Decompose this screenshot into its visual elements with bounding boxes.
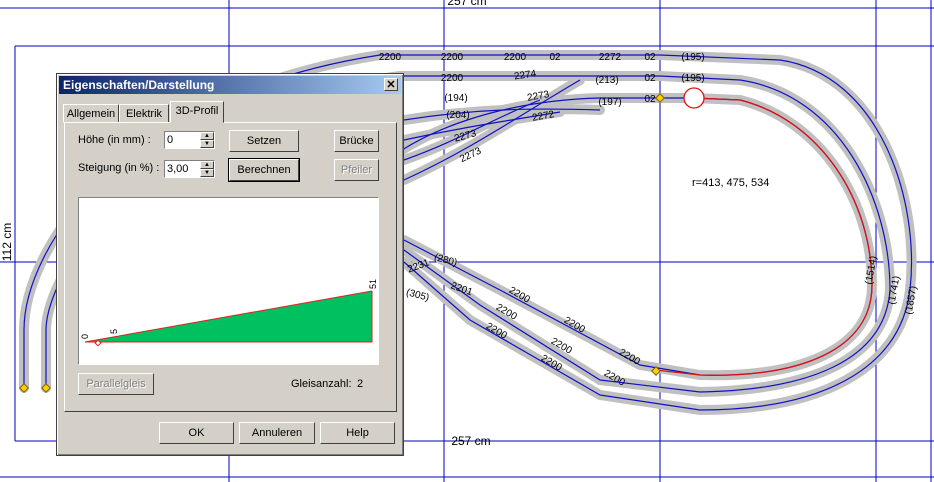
- track-length-label: (197): [598, 97, 621, 108]
- help-button[interactable]: Help: [320, 422, 395, 444]
- height-stepper[interactable]: ▲ ▼: [164, 131, 215, 149]
- slope-stepper[interactable]: ▲ ▼: [164, 160, 215, 178]
- tab-3d-profil[interactable]: 3D-Profil: [170, 101, 224, 123]
- track-count-label: Gleisanzahl:: [291, 378, 352, 390]
- berechnen-button[interactable]: Berechnen: [228, 158, 300, 182]
- setzen-button[interactable]: Setzen: [229, 130, 299, 152]
- track-length-label: 2200: [379, 52, 402, 63]
- turntable-icon: [683, 87, 705, 109]
- spin-down-icon[interactable]: ▼: [200, 169, 214, 177]
- tab-panel-3d-profil: Höhe (in mm) : ▲ ▼ Setzen Brücke Steigun…: [64, 122, 397, 412]
- track-length-label: (213): [595, 75, 618, 86]
- track-length-label: 2200: [441, 52, 464, 63]
- track-labels: 2200 2200 2200 02 2272 02 (195)2200 2274 (213) 02…: [379, 52, 920, 389]
- track-count-value: 2: [357, 378, 364, 390]
- dialog-title: Eigenschaften/Darstellung: [63, 78, 215, 92]
- dialog-titlebar[interactable]: Eigenschaften/Darstellung ✕: [59, 76, 401, 94]
- slope-label: Steigung (in %) :: [78, 162, 160, 174]
- profile-start-height: 0: [80, 334, 90, 339]
- track-length-label: (194): [444, 93, 467, 104]
- spin-up-icon[interactable]: ▲: [200, 132, 214, 140]
- properties-dialog: Eigenschaften/Darstellung ✕ Allgemein El…: [56, 73, 404, 456]
- radius-label: r=413, 475, 534: [692, 177, 769, 189]
- height-profile-view: 0 5 51: [78, 197, 379, 365]
- top-dimension-label: 257 cm: [447, 0, 486, 8]
- bottom-dimension-label: 257 cm: [451, 434, 490, 448]
- pfeiler-button[interactable]: Pfeiler: [334, 159, 379, 181]
- bruecke-button[interactable]: Brücke: [334, 130, 379, 152]
- track-length-label: (195): [681, 52, 704, 63]
- track-length-label: 02: [644, 94, 656, 105]
- height-label: Höhe (in mm) :: [78, 134, 151, 146]
- height-input[interactable]: [167, 133, 201, 147]
- profile-mid-marker: 5: [109, 329, 119, 334]
- cancel-button[interactable]: Annuleren: [239, 422, 315, 444]
- track-length-label: 02: [549, 52, 561, 63]
- track-length-label: (305): [405, 287, 430, 304]
- profile-end-height: 51: [368, 279, 378, 289]
- track-length-label: 02: [644, 52, 656, 63]
- tab-allgemein[interactable]: Allgemein: [63, 104, 119, 123]
- parallelgleis-button[interactable]: Parallelgleis: [78, 373, 154, 395]
- close-icon[interactable]: ✕: [384, 78, 398, 91]
- track-length-label: (204): [446, 110, 469, 121]
- spin-down-icon[interactable]: ▼: [200, 140, 214, 148]
- spin-up-icon[interactable]: ▲: [200, 161, 214, 169]
- track-length-label: 2200: [441, 73, 464, 84]
- track-length-label: (195): [681, 73, 704, 84]
- track-length-label: 2200: [504, 52, 527, 63]
- left-dimension-label: 112 cm: [0, 223, 14, 261]
- ok-button[interactable]: OK: [159, 422, 234, 444]
- slope-input[interactable]: [167, 162, 201, 176]
- tab-elektrik[interactable]: Elektrik: [119, 104, 169, 123]
- track-length-label: 02: [644, 73, 656, 84]
- track-length-label: 2272: [599, 52, 622, 63]
